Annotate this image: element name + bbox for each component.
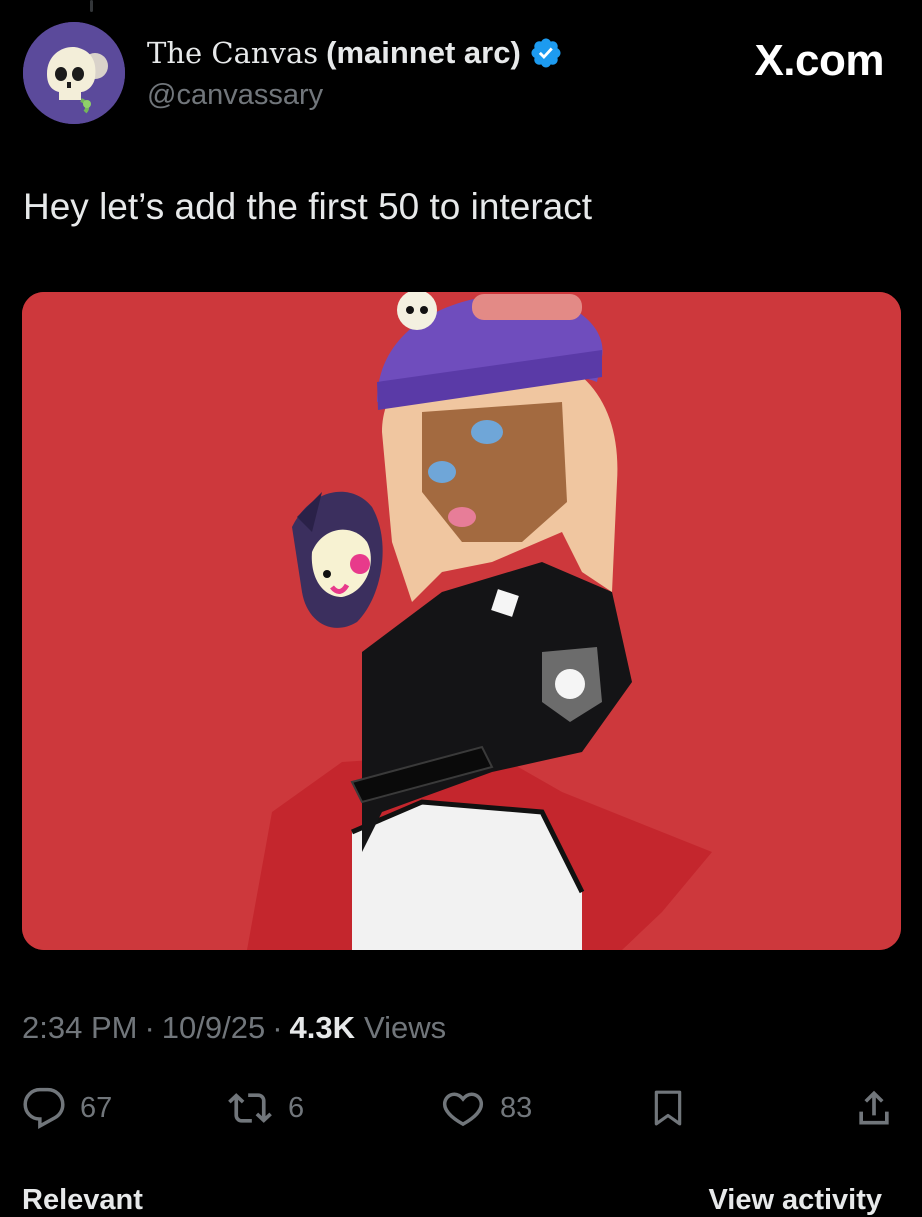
reply-button[interactable]: 67 <box>22 1082 112 1134</box>
like-count: 83 <box>500 1091 533 1124</box>
post-date: 10/9/25 <box>161 1010 266 1045</box>
post-text: Hey let’s add the first 50 to interact <box>23 186 593 227</box>
thread-connector-line <box>90 0 93 12</box>
bookmark-icon <box>648 1085 688 1131</box>
share-button[interactable] <box>852 1082 896 1134</box>
action-bar: 67 6 83 <box>0 1082 922 1134</box>
anime-character-illustration <box>22 292 901 950</box>
author-display-name-suffix[interactable]: (mainnet arc) <box>326 35 521 71</box>
author-avatar[interactable] <box>23 22 125 124</box>
repost-button[interactable]: 6 <box>226 1082 304 1134</box>
author-name-row[interactable]: The Canvas (mainnet arc) <box>147 33 563 73</box>
author-display-name[interactable]: The Canvas <box>147 36 318 70</box>
brand-watermark: X.com <box>754 36 884 85</box>
heart-icon <box>440 1086 486 1130</box>
meta-separator: · <box>272 1010 283 1045</box>
post-time: 2:34 PM <box>22 1010 138 1045</box>
post-media-image[interactable] <box>22 292 901 950</box>
bookmark-button[interactable] <box>648 1082 688 1134</box>
skull-avatar-image <box>23 22 125 124</box>
reply-count: 67 <box>80 1091 113 1124</box>
views-label[interactable]: Views <box>364 1010 446 1046</box>
repost-arrows-icon <box>226 1086 274 1130</box>
author-handle[interactable]: @canvassary <box>147 79 323 112</box>
post-metadata: 2:34 PM · 10/9/25 · 4.3K Views <box>22 1008 446 1048</box>
views-count[interactable]: 4.3K <box>290 1010 355 1046</box>
share-upload-icon <box>852 1085 896 1131</box>
view-activity-link[interactable]: View activity <box>708 1184 882 1217</box>
speech-bubble-icon <box>22 1086 66 1130</box>
repost-count: 6 <box>288 1091 305 1124</box>
like-button[interactable]: 83 <box>440 1082 532 1134</box>
verified-badge-icon <box>529 36 563 70</box>
reply-sort-dropdown[interactable]: Relevant <box>22 1184 143 1217</box>
meta-separator: · <box>144 1010 155 1045</box>
